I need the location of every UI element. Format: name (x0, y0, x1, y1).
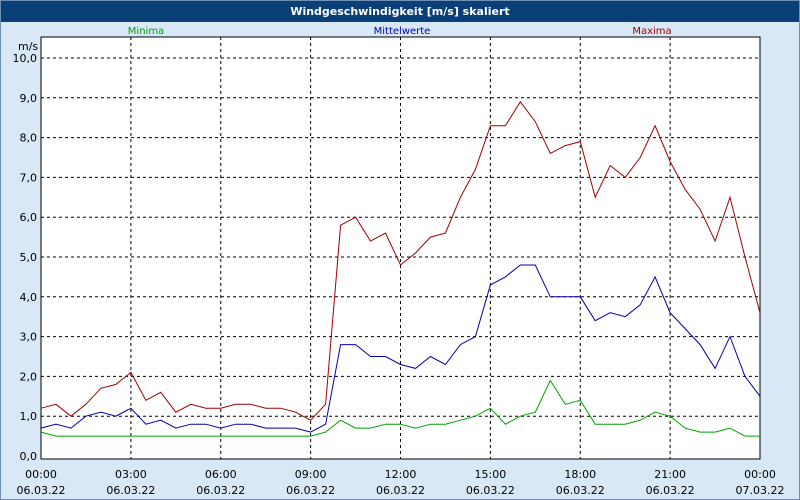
x-tick-time: 15:00 (475, 468, 507, 481)
x-tick-time: 21:00 (654, 468, 686, 481)
y-tick-label: 0,0 (20, 450, 38, 463)
y-axis-label: m/s (18, 40, 38, 53)
wind-speed-chart: 0,0 1,0 2,0 3,0 4,0 5,0 6,0 7,0 8,0 9,0 10,0 00:00… (13, 26, 785, 497)
x-tick-date: 06.03.22 (196, 484, 245, 497)
x-tick-date: 06.03.22 (466, 484, 515, 497)
x-tick-time: 12:00 (385, 468, 417, 481)
legend: Minima Mittelwerte Maxima (128, 26, 672, 37)
x-tick-date: 06.03.22 (17, 484, 66, 497)
y-tick-label: 5,0 (20, 251, 38, 264)
x-tick-date: 06.03.22 (556, 484, 605, 497)
y-tick-label: 10,0 (13, 52, 38, 65)
x-tick-time: 03:00 (115, 468, 147, 481)
legend-mittelwerte: Mittelwerte (374, 26, 431, 37)
x-tick-time: 06:00 (205, 468, 237, 481)
x-tick-date: 06.03.22 (376, 484, 425, 497)
x-tick-date: 07.03.22 (736, 484, 785, 497)
y-tick-label: 1,0 (20, 410, 38, 423)
x-tick-date: 06.03.22 (646, 484, 695, 497)
x-tick-time: 09:00 (295, 468, 327, 481)
x-tick-time: 18:00 (564, 468, 596, 481)
y-tick-label: 8,0 (20, 132, 38, 145)
x-tick-date: 06.03.22 (286, 484, 335, 497)
legend-maxima: Maxima (632, 26, 671, 37)
y-tick-label: 4,0 (20, 291, 38, 304)
y-tick-label: 7,0 (20, 171, 38, 184)
x-axis-ticks: 00:00 06.03.22 03:00 06.03.22 06:00 06.03.22 0… (17, 468, 785, 497)
y-tick-label: 6,0 (20, 211, 38, 224)
x-tick-time: 00:00 (744, 468, 776, 481)
x-tick-date: 06.03.22 (106, 484, 155, 497)
legend-minima: Minima (128, 26, 164, 37)
y-tick-label: 9,0 (20, 92, 38, 105)
y-tick-label: 2,0 (20, 370, 38, 383)
x-tick-time: 00:00 (25, 468, 57, 481)
y-tick-label: 3,0 (20, 331, 38, 344)
y-axis-ticks: 0,0 1,0 2,0 3,0 4,0 5,0 6,0 7,0 8,0 9,0 10,0 (13, 52, 38, 463)
